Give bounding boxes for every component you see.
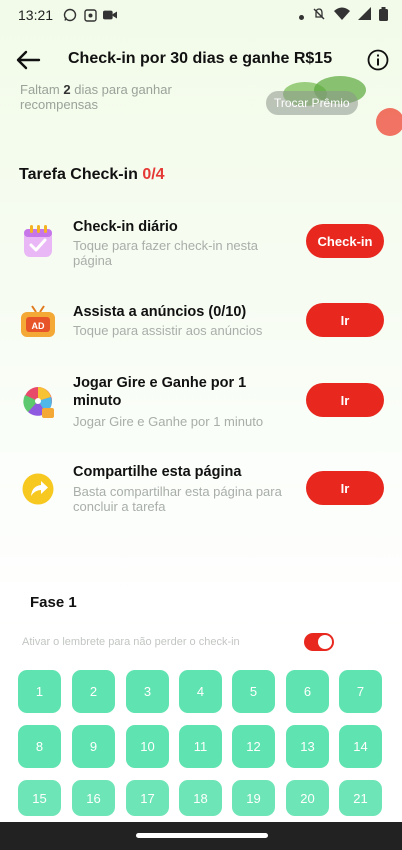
mute-icon xyxy=(312,7,326,24)
task-watch-ads: AD Assista a anúncios (0/10) Toque para … xyxy=(0,298,402,358)
battery-icon xyxy=(379,6,388,24)
task-description: Toque para fazer check-in nesta página xyxy=(73,238,258,268)
day-cell[interactable]: 21 xyxy=(339,780,382,816)
day-cell[interactable]: 8 xyxy=(18,725,61,768)
svg-text:AD: AD xyxy=(32,321,45,331)
day-cell[interactable]: 5 xyxy=(232,670,275,713)
watch-ads-go-button[interactable]: Ir xyxy=(306,303,384,337)
task-description: Jogar Gire e Ganhe por 1 minuto xyxy=(73,414,264,429)
day-cell[interactable]: 11 xyxy=(179,725,222,768)
task-spin-wheel: Jogar Gire e Ganhe por 1 minuto Jogar Gi… xyxy=(0,374,402,434)
day-cell[interactable]: 13 xyxy=(286,725,329,768)
day-cell[interactable]: 12 xyxy=(232,725,275,768)
days-left-text: Faltam 2 dias para ganhar recompensas xyxy=(20,82,220,112)
home-indicator[interactable] xyxy=(136,833,268,838)
reminder-toggle[interactable] xyxy=(304,633,334,651)
spin-wheel-go-button[interactable]: Ir xyxy=(306,383,384,417)
tasks-section-title: Tarefa Check-in 0/4 xyxy=(19,166,165,184)
trocar-premio-button[interactable]: Trocar Prêmio xyxy=(266,91,358,115)
toggle-knob xyxy=(318,635,332,649)
day-cell[interactable]: 14 xyxy=(339,725,382,768)
calendar-icon xyxy=(20,224,56,260)
wifi-icon xyxy=(334,7,350,23)
share-go-button[interactable]: Ir xyxy=(306,471,384,505)
share-icon xyxy=(20,471,56,507)
task-name: Compartilhe esta página xyxy=(73,464,242,480)
day-cell[interactable]: 7 xyxy=(339,670,382,713)
floating-bubble[interactable] xyxy=(376,108,402,136)
ad-tv-icon: AD xyxy=(20,303,56,339)
image-icon xyxy=(83,8,97,22)
day-cell[interactable]: 16 xyxy=(72,780,115,816)
task-name: Assista a anúncios (0/10) xyxy=(73,304,247,320)
day-cell[interactable]: 17 xyxy=(126,780,169,816)
video-icon xyxy=(103,8,118,22)
checkin-button[interactable]: Check-in xyxy=(306,224,384,258)
task-name: Jogar Gire e Ganhe por 1 minuto xyxy=(73,375,247,409)
day-cell[interactable]: 6 xyxy=(286,670,329,713)
back-button[interactable] xyxy=(14,46,42,74)
spin-wheel-icon xyxy=(20,384,56,420)
signal-icon xyxy=(358,7,371,23)
day-cell[interactable]: 15 xyxy=(18,780,61,816)
day-cell[interactable]: 4 xyxy=(179,670,222,713)
task-share-page: Compartilhe esta página Basta compartilh… xyxy=(0,462,402,522)
info-icon xyxy=(367,49,389,71)
tasks-count: 0/4 xyxy=(142,166,165,183)
task-description: Toque para assistir aos anúncios xyxy=(73,323,263,338)
task-name: Check-in diário xyxy=(73,219,178,235)
day-cell[interactable]: 1 xyxy=(18,670,61,713)
day-cell[interactable]: 18 xyxy=(179,780,222,816)
day-cell[interactable]: 3 xyxy=(126,670,169,713)
arrow-left-icon xyxy=(16,50,41,70)
status-time: 13:21 xyxy=(18,7,54,23)
days-left-prefix: Faltam xyxy=(20,82,60,97)
day-cell[interactable]: 9 xyxy=(72,725,115,768)
day-cell[interactable]: 10 xyxy=(126,725,169,768)
day-cell[interactable]: 19 xyxy=(232,780,275,816)
fase-title: Fase 1 xyxy=(30,594,77,611)
whatsapp-icon xyxy=(63,8,77,22)
tasks-title-text: Tarefa Check-in xyxy=(19,166,138,183)
days-left-number: 2 xyxy=(63,82,71,97)
day-cell[interactable]: 20 xyxy=(286,780,329,816)
day-cell[interactable]: 2 xyxy=(72,670,115,713)
page: 13:21 Check-in por 30 dias e ganhe R$15 … xyxy=(0,0,402,850)
dot-icon xyxy=(299,7,304,23)
page-title: Check-in por 30 dias e ganhe R$15 xyxy=(68,50,333,67)
task-description: Basta compartilhar esta página para conc… xyxy=(73,484,282,514)
task-daily-checkin: Check-in diário Toque para fazer check-i… xyxy=(0,214,402,274)
reminder-text: Ativar o lembrete para não perder o chec… xyxy=(22,636,240,648)
status-bar: 13:21 xyxy=(0,0,402,30)
